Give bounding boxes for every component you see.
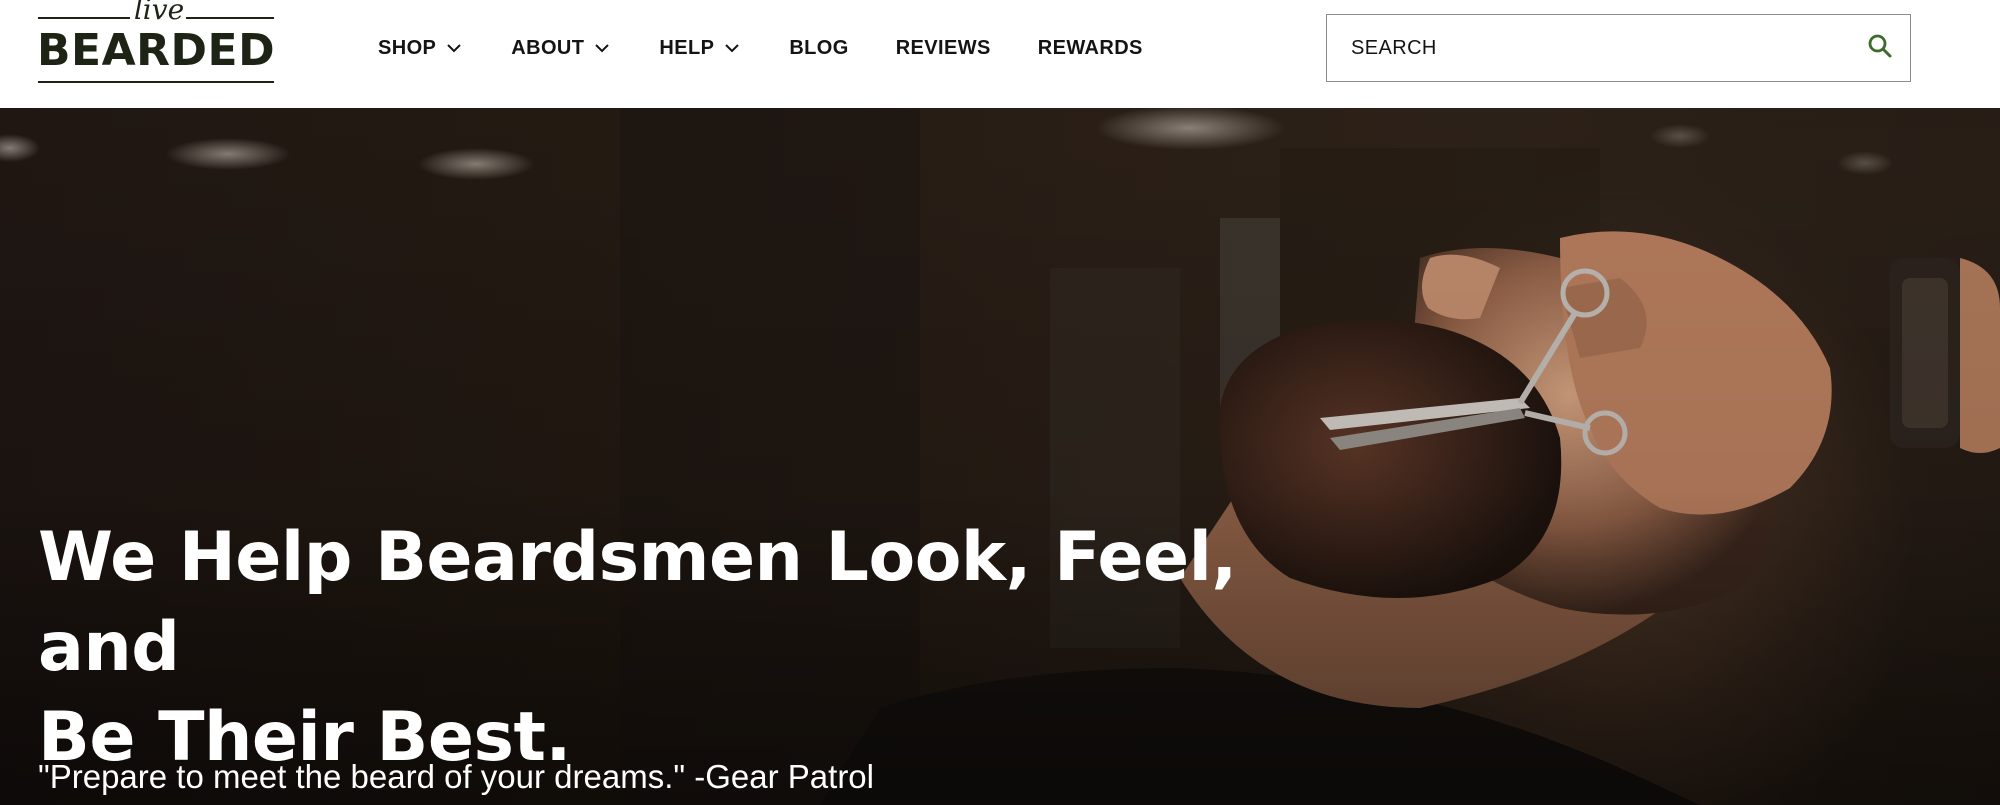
search-button[interactable]: [1850, 15, 1910, 81]
search-icon: [1867, 33, 1893, 64]
nav-item-label: REWARDS: [1037, 36, 1143, 59]
logo-wordmark: BEARDED: [37, 25, 276, 76]
nav-item-label: SHOP: [378, 36, 437, 59]
nav-item-label: REVIEWS: [895, 36, 991, 59]
hero-press-quote: "Prepare to meet the beard of your dream…: [38, 758, 874, 795]
chevron-down-icon: [722, 41, 742, 55]
main-nav: SHOP ABOUT HELP BLOG REVIEWS REWARDS: [378, 28, 1143, 68]
logo-script-text: live: [133, 0, 185, 26]
search-input[interactable]: [1327, 15, 1850, 81]
logo-rule-bottom: [38, 81, 274, 83]
nav-item-shop[interactable]: SHOP: [378, 28, 464, 68]
nav-item-help[interactable]: HELP: [659, 28, 742, 68]
chevron-down-icon: [444, 41, 464, 55]
nav-item-label: ABOUT: [511, 36, 585, 59]
search-box: [1326, 14, 1911, 82]
brand-logo[interactable]: live BEARDED: [37, 0, 276, 86]
hero-headline-line-1: We Help Beardsmen Look, Feel, and: [38, 518, 1237, 687]
chevron-down-icon: [592, 41, 612, 55]
nav-item-blog[interactable]: BLOG: [789, 28, 848, 68]
hero-banner: We Help Beardsmen Look, Feel, and Be The…: [0, 108, 2000, 805]
nav-item-label: HELP: [659, 36, 715, 59]
nav-item-about[interactable]: ABOUT: [511, 28, 612, 68]
site-header: live BEARDED SHOP ABOUT HELP BLOG REVIEW…: [0, 0, 2000, 108]
hero-headline: We Help Beardsmen Look, Feel, and Be The…: [38, 513, 1358, 783]
logo-rule-right: [186, 17, 274, 19]
nav-item-rewards[interactable]: REWARDS: [1038, 28, 1143, 68]
nav-item-label: BLOG: [789, 36, 849, 59]
nav-item-reviews[interactable]: REVIEWS: [896, 28, 991, 68]
logo-rule-left: [38, 17, 130, 19]
